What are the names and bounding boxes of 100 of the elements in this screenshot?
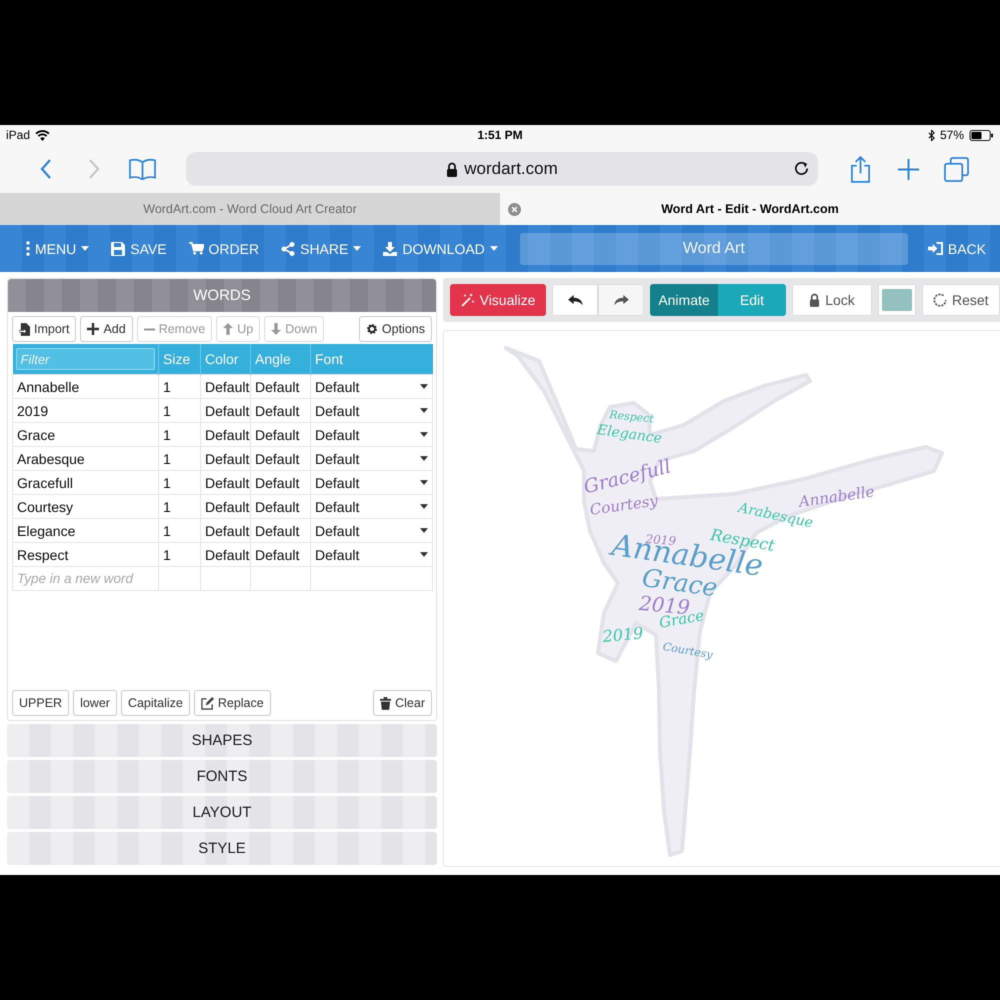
caret-icon [420, 552, 428, 557]
reset-button[interactable]: Reset [922, 284, 1000, 316]
clock-time: 1:51 PM [477, 128, 523, 142]
accordion-header[interactable]: LAYOUT [7, 796, 437, 829]
text-case-button[interactable]: Replace [194, 690, 271, 716]
chevron-left-icon [40, 159, 52, 179]
panel-header: WORDS [8, 279, 436, 312]
back-button[interactable]: BACK [920, 230, 994, 266]
reload-icon [793, 160, 810, 177]
size-cell: 1 [158, 494, 200, 518]
close-icon [508, 203, 521, 216]
address-field[interactable]: wordart.com [186, 152, 818, 186]
arrow-down-icon [271, 323, 282, 335]
action-button[interactable]: Import [12, 316, 76, 342]
browser-tab[interactable]: WordArt.com - Word Cloud Art Creator [0, 193, 500, 225]
accordion-header[interactable]: FONTS [7, 760, 437, 793]
battery-percent: 57% [940, 128, 964, 142]
accordion-header[interactable]: SHAPES [7, 724, 437, 757]
redo-icon [614, 294, 628, 306]
column-header: Size [158, 344, 200, 374]
filter-field[interactable]: Filter [16, 348, 155, 370]
undo-button[interactable] [552, 284, 598, 316]
color-cell: Default [200, 542, 250, 566]
tabs-icon [944, 156, 968, 182]
color-cell: Default [200, 398, 250, 422]
text-case-button[interactable]: lower [73, 690, 117, 716]
toolbar-button[interactable]: ORDER [180, 230, 268, 266]
share-icon [850, 156, 870, 182]
download-icon [383, 242, 398, 256]
word-cell: Arabesque [12, 446, 158, 470]
clear-button[interactable]: Clear [373, 690, 432, 716]
cloud-word: Respect [608, 409, 654, 425]
word-cell: Courtesy [12, 494, 158, 518]
angle-cell: Default [250, 374, 310, 398]
color-cell: Default [200, 494, 250, 518]
caret-icon [490, 246, 498, 251]
caret-icon [420, 480, 428, 485]
color-cell: Default [200, 446, 250, 470]
dots-icon [26, 241, 30, 256]
lock-icon [446, 162, 458, 176]
share-nodes-icon [281, 242, 296, 256]
cloud-word: Courtesy [589, 493, 659, 518]
redo-button[interactable] [598, 284, 644, 316]
angle-cell: Default [250, 470, 310, 494]
caret-icon [81, 246, 90, 251]
plus-icon [896, 158, 920, 180]
caret-icon [420, 384, 428, 389]
size-cell: 1 [158, 374, 200, 398]
text-case-button[interactable]: Capitalize [120, 690, 190, 716]
size-cell: 1 [158, 446, 200, 470]
color-cell: Default [200, 470, 250, 494]
color-swatch[interactable] [878, 284, 916, 316]
reset-icon [933, 293, 947, 307]
word-cell: Grace [12, 422, 158, 446]
color-cell: Default [200, 518, 250, 542]
text-case-button[interactable]: UPPER [12, 690, 70, 716]
cloud-word: Courtesy [662, 641, 714, 661]
angle-cell: Default [250, 542, 310, 566]
angle-cell: Default [250, 446, 310, 470]
toolbar-button[interactable]: SHARE [273, 230, 370, 266]
word-cell: Elegance [12, 518, 158, 542]
word-cell: Respect [12, 542, 158, 566]
size-cell: 1 [158, 398, 200, 422]
cloud-word: Elegance [596, 423, 663, 446]
device-name: iPad [6, 128, 30, 142]
edit-icon [200, 696, 214, 710]
options-button[interactable]: Options [358, 316, 432, 342]
angle-cell: Default [250, 422, 310, 446]
toolbar-button[interactable]: MENU [18, 230, 98, 266]
visualize-button[interactable]: Visualize [450, 284, 546, 316]
size-cell: 1 [158, 518, 200, 542]
column-header: Angle [250, 344, 310, 374]
new-word-field[interactable]: Type in a new word [12, 566, 158, 590]
color-cell: Default [200, 374, 250, 398]
toolbar-button[interactable]: SAVE [103, 230, 175, 266]
size-cell: 1 [158, 542, 200, 566]
caret-icon [353, 246, 362, 251]
column-header: Color [200, 344, 250, 374]
color-cell: Default [200, 422, 250, 446]
lock-icon [809, 293, 820, 307]
angle-cell: Default [250, 518, 310, 542]
word-cell: Gracefull [12, 470, 158, 494]
lock-button[interactable]: Lock [792, 284, 872, 316]
mode-tab[interactable]: Animate [650, 284, 718, 316]
plus-icon [87, 323, 100, 335]
angle-cell: Default [250, 494, 310, 518]
caret-icon [420, 456, 428, 461]
caret-icon [420, 528, 428, 533]
arrow-up-icon [223, 323, 234, 335]
book-icon [128, 158, 156, 180]
accordion-header[interactable]: STYLE [7, 832, 437, 865]
action-button[interactable]: Add [80, 316, 133, 342]
toolbar-button[interactable]: DOWNLOAD [375, 230, 506, 266]
gear-icon [366, 323, 378, 335]
caret-icon [420, 408, 428, 413]
cart-icon [188, 242, 204, 255]
caret-icon [420, 504, 428, 509]
trash-icon [380, 696, 392, 710]
column-header: Font [310, 344, 432, 374]
angle-cell: Default [250, 398, 310, 422]
